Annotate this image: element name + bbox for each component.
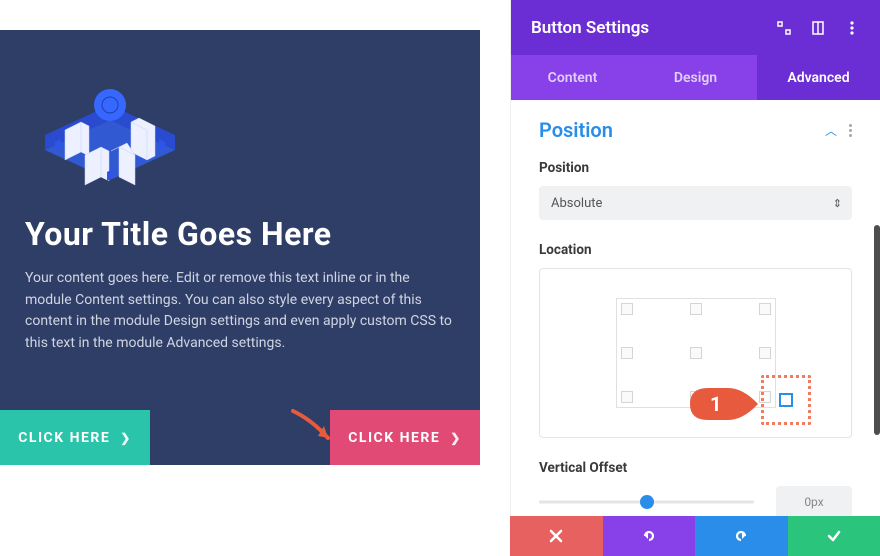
slider-thumb[interactable] [640, 495, 654, 509]
redo-button[interactable] [695, 516, 788, 556]
panel-title: Button Settings [531, 18, 758, 38]
settings-tabs: Content Design Advanced [511, 55, 880, 100]
location-picker: 1 [539, 268, 852, 438]
preview-title[interactable]: Your Title Goes Here [25, 215, 455, 253]
location-center[interactable] [643, 325, 749, 381]
collapse-icon[interactable]: ︿ [825, 122, 837, 139]
vertical-offset-value[interactable]: 0px [776, 486, 852, 518]
location-bottom-center[interactable] [643, 381, 749, 407]
tab-design[interactable]: Design [634, 55, 757, 100]
vertical-offset-control: 0px [539, 486, 852, 518]
chevron-right-icon: ❯ [120, 431, 132, 445]
location-bottom-left[interactable] [617, 381, 643, 407]
panel-header: Button Settings [511, 0, 880, 55]
check-icon [826, 528, 842, 544]
save-button[interactable] [788, 516, 880, 556]
section-title[interactable]: Position [539, 118, 813, 142]
click-here-button-right[interactable]: CLICK HERE ❯ [330, 410, 480, 465]
scrollbar[interactable] [874, 225, 880, 435]
click-here-button-left[interactable]: CLICK HERE ❯ [0, 410, 150, 465]
kebab-menu-icon[interactable] [844, 20, 860, 36]
button-label: CLICK HERE [18, 430, 110, 446]
position-select[interactable]: Absolute ⇕ [539, 186, 852, 220]
active-location-icon [779, 393, 793, 407]
undo-icon [641, 528, 657, 544]
drag-icon[interactable] [810, 20, 826, 36]
location-grid: 1 [616, 298, 776, 408]
redo-icon [733, 528, 749, 544]
panel-actions [510, 516, 880, 556]
preview-module: Your Title Goes Here Your content goes h… [0, 30, 480, 465]
location-middle-left[interactable] [617, 325, 643, 381]
tab-advanced[interactable]: Advanced [757, 55, 880, 100]
isometric-illustration [25, 60, 195, 190]
updown-icon: ⇕ [833, 197, 842, 210]
position-label: Position [539, 160, 852, 176]
expand-icon[interactable] [776, 20, 792, 36]
close-icon [549, 529, 563, 543]
preview-body[interactable]: Your content goes here. Edit or remove t… [25, 268, 455, 355]
location-top-center[interactable] [643, 299, 749, 325]
location-top-left[interactable] [617, 299, 643, 325]
location-top-right[interactable] [749, 299, 775, 325]
location-label: Location [539, 242, 852, 258]
position-value: Absolute [551, 196, 602, 211]
settings-panel: Button Settings Content Design Advanced … [510, 0, 880, 556]
tab-content[interactable]: Content [511, 55, 634, 100]
section-head: Position ︿ [539, 118, 852, 142]
button-label: CLICK HERE [348, 430, 440, 446]
location-bottom-right-outer[interactable] [761, 375, 811, 425]
undo-button[interactable] [603, 516, 696, 556]
vertical-offset-label: Vertical Offset [539, 460, 852, 476]
section-menu-icon[interactable] [849, 124, 852, 137]
chevron-right-icon: ❯ [450, 431, 462, 445]
location-middle-right[interactable] [749, 325, 775, 381]
panel-body: Position ︿ Position Absolute ⇕ Location [511, 100, 880, 556]
vertical-offset-slider[interactable] [539, 494, 754, 510]
discard-button[interactable] [510, 516, 603, 556]
